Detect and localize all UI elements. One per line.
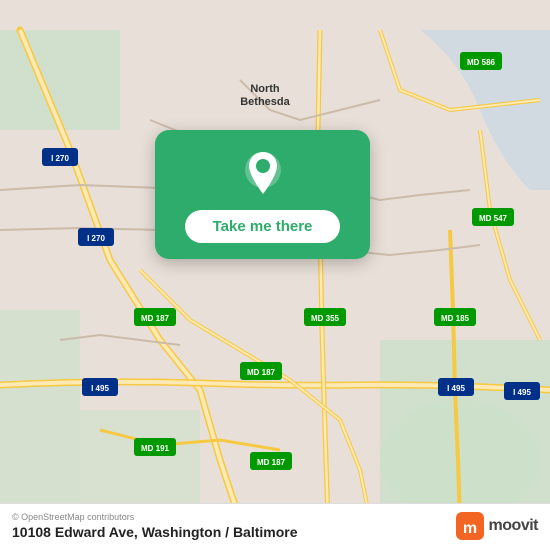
svg-text:I 495: I 495 <box>91 384 109 393</box>
svg-text:m: m <box>462 520 476 537</box>
location-pin-icon <box>237 148 289 200</box>
svg-text:MD 187: MD 187 <box>247 368 276 377</box>
svg-text:MD 187: MD 187 <box>141 314 170 323</box>
map-svg: I 270 I 270 I 495 I 495 I 495 MD 586 MD … <box>0 0 550 550</box>
svg-text:MD 185: MD 185 <box>441 314 470 323</box>
bottom-bar: © OpenStreetMap contributors 10108 Edwar… <box>0 503 550 550</box>
bottom-left: © OpenStreetMap contributors 10108 Edwar… <box>12 512 298 540</box>
address-text: 10108 Edward Ave, Washington / Baltimore <box>12 524 298 540</box>
map-container: I 270 I 270 I 495 I 495 I 495 MD 586 MD … <box>0 0 550 550</box>
svg-text:North: North <box>250 83 280 95</box>
svg-text:I 270: I 270 <box>87 234 105 243</box>
moovit-logo: m moovit <box>456 512 538 540</box>
svg-text:Bethesda: Bethesda <box>240 96 290 108</box>
svg-text:MD 547: MD 547 <box>479 214 508 223</box>
svg-text:I 270: I 270 <box>51 154 69 163</box>
take-me-there-button[interactable]: Take me there <box>185 210 341 243</box>
moovit-icon: m <box>456 512 484 540</box>
svg-text:I 495: I 495 <box>513 388 531 397</box>
svg-text:I 495: I 495 <box>447 384 465 393</box>
action-card: Take me there <box>155 130 370 259</box>
svg-text:MD 586: MD 586 <box>467 58 496 67</box>
copyright-text: © OpenStreetMap contributors <box>12 512 298 522</box>
moovit-label: moovit <box>489 517 538 535</box>
svg-text:MD 191: MD 191 <box>141 444 170 453</box>
svg-text:MD 187: MD 187 <box>257 458 286 467</box>
svg-text:MD 355: MD 355 <box>311 314 340 323</box>
